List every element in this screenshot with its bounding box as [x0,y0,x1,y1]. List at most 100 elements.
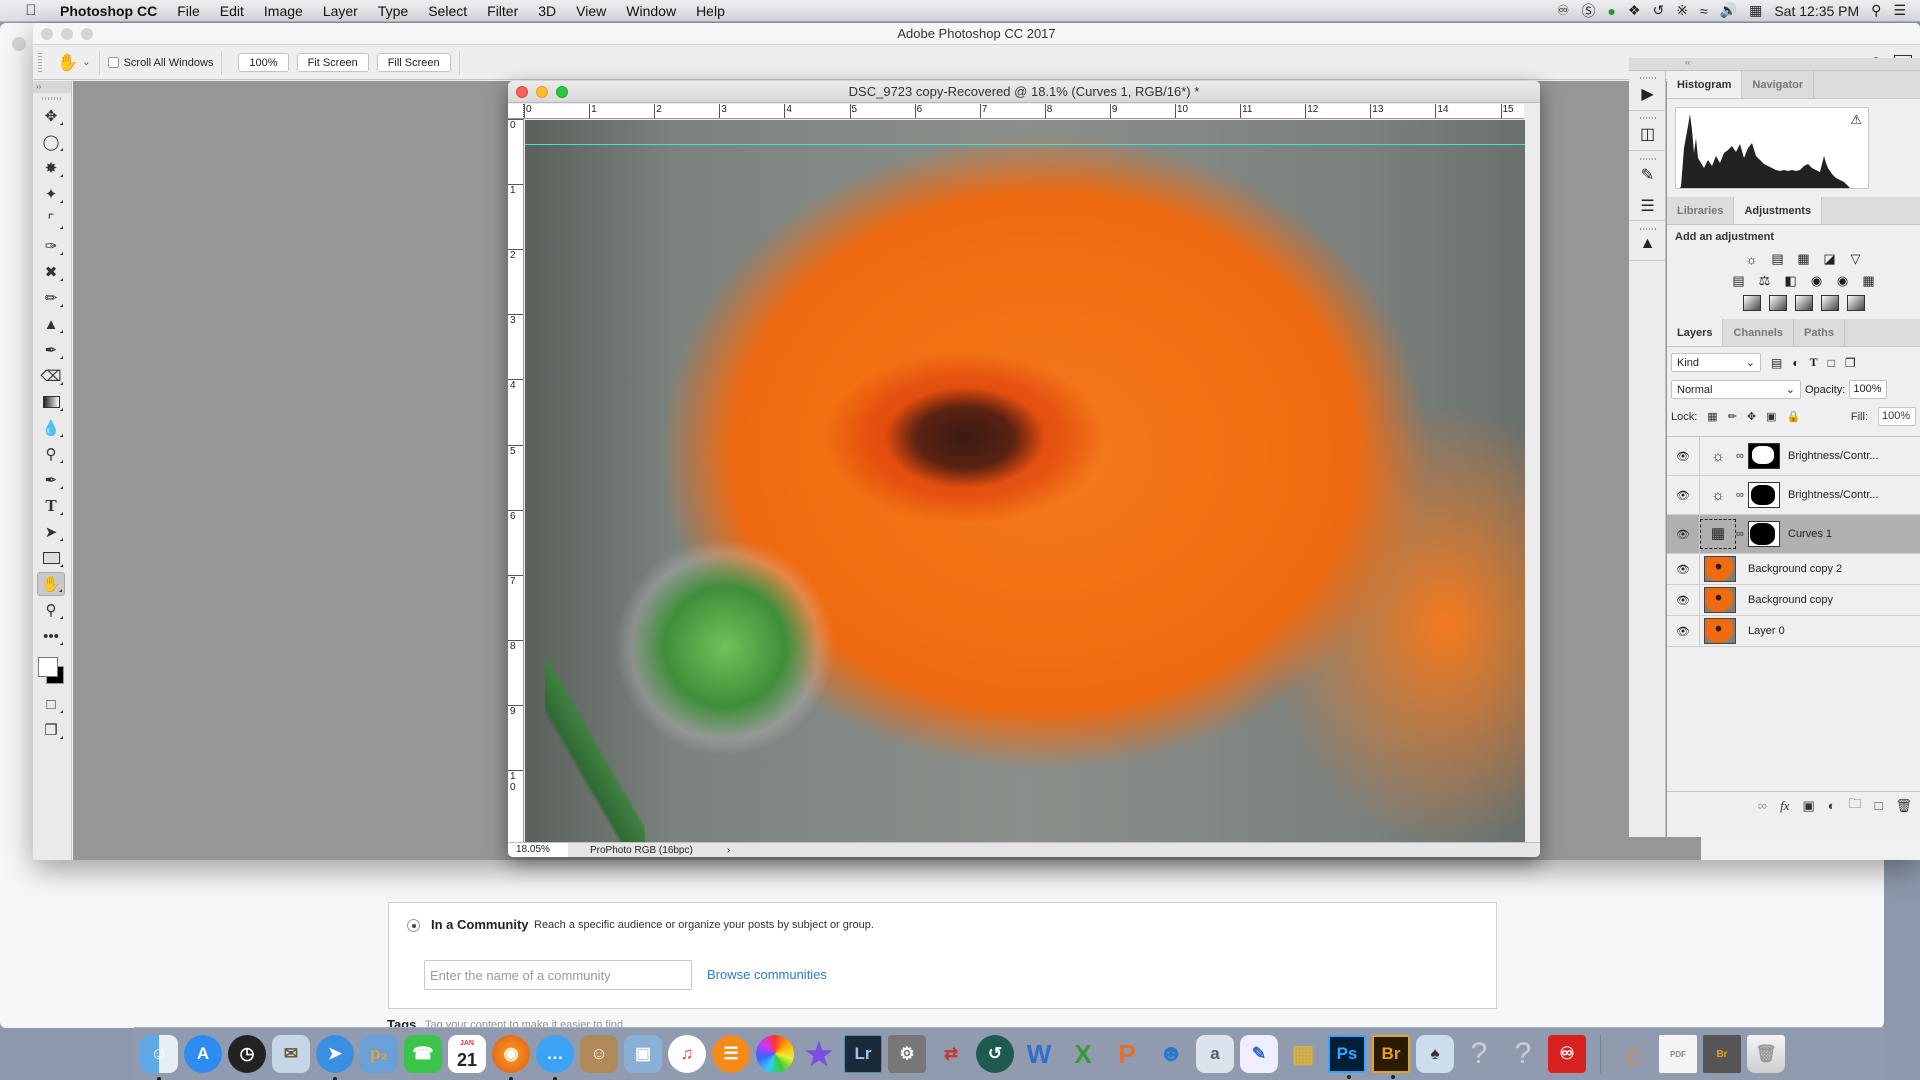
hand-tool-preset-icon[interactable]: ✋ [57,53,78,73]
layer-mask-thumbnail[interactable] [1748,443,1780,469]
fill-field[interactable]: 100% [1878,407,1916,426]
posterize-icon[interactable] [1768,295,1787,311]
visibility-eye-icon[interactable]: 👁 [1667,585,1700,615]
photo-filter-icon[interactable]: ◉ [1808,273,1826,289]
dock-bridge[interactable]: Br [1372,1035,1410,1079]
community-radio[interactable] [407,919,420,932]
browse-communities-link[interactable]: Browse communities [707,967,827,982]
visibility-eye-icon[interactable]: 👁 [1667,554,1700,584]
ruler-origin[interactable] [508,104,524,119]
doc-zoom-button[interactable] [556,86,568,98]
dock-safari[interactable]: ➤ [316,1035,354,1080]
visibility-eye-icon[interactable]: 👁 [1667,515,1700,553]
menu-layer[interactable]: Layer [313,3,368,19]
lock-pixels-icon[interactable]: ✏ [1728,410,1737,423]
dock-system-preferences[interactable]: ⚙ [888,1035,926,1073]
doc-minimize-button[interactable] [536,86,548,98]
dock-itunes[interactable]: ♫ [668,1035,706,1073]
shape-filter-icon[interactable]: □ [1828,356,1835,370]
community-name-input[interactable] [424,960,692,990]
fit-screen-button[interactable]: Fit Screen [296,53,369,72]
pen-tool-icon[interactable]: ✒ [37,468,65,492]
dock-trash[interactable]: 🗑 [1747,1035,1785,1073]
levels-icon[interactable]: ▤ [1769,251,1787,267]
lock-artboard-icon[interactable]: ▣ [1766,410,1776,423]
layer-row-selected[interactable]: 👁 ▦ ∞ Curves 1 [1667,515,1920,554]
type-tool-icon[interactable]: T [37,494,65,518]
invert-icon[interactable] [1742,295,1761,311]
tab-histogram[interactable]: Histogram [1667,71,1743,98]
layer-mask-thumbnail[interactable] [1748,482,1780,508]
new-adjustment-icon[interactable]: ◐ [1828,798,1836,813]
tab-adjustments[interactable]: Adjustments [1734,197,1823,224]
chevron-down-icon[interactable]: ⌄ [82,57,90,68]
bluetooth-icon[interactable]: ※ [1676,2,1688,19]
vertical-ruler[interactable]: 0 1 2 3 4 5 6 7 8 9 1 0 [508,119,524,842]
clone-source-icon[interactable]: ▲ [1629,221,1666,261]
ps-close-button[interactable] [41,28,53,40]
layer-row[interactable]: 👁 ☼ ∞ Brightness/Contr... [1667,437,1920,476]
layer-mask-thumbnail[interactable] [1748,521,1780,547]
color-lookup-icon[interactable]: ▦ [1860,273,1878,289]
dock-imovie[interactable]: ★ [800,1035,838,1073]
document-image[interactable] [525,120,1525,842]
dropbox-icon[interactable]: ❖ [1628,2,1641,19]
dock-powerpoint[interactable]: P [1108,1035,1146,1073]
actions-panel-icon[interactable]: ▶ [1629,71,1666,111]
lasso-tool-icon[interactable]: ✸ [37,156,65,180]
black-white-icon[interactable]: ◧ [1782,273,1800,289]
gradient-map-icon[interactable] [1846,295,1865,311]
dock-time-machine[interactable]: ↺ [976,1035,1014,1073]
ps-minimize-button[interactable] [61,28,73,40]
rectangle-tool-icon[interactable] [37,546,65,570]
status-menu-arrow[interactable]: › [727,845,730,856]
zoom-100-button[interactable]: 100% [238,53,289,72]
tab-paths[interactable]: Paths [1794,319,1845,346]
menu-image[interactable]: Image [254,3,313,19]
dock-excel[interactable]: X [1064,1035,1102,1073]
dock-preview[interactable]: p₂ [360,1035,398,1073]
history-brush-tool-icon[interactable]: ✒ [37,338,65,362]
new-group-icon[interactable]: 🗀 [1849,795,1862,817]
brightness-contrast-icon[interactable]: ☼ [1743,251,1761,267]
notification-center-icon[interactable]: ☰ [1893,2,1906,19]
delete-layer-icon[interactable]: 🗑 [1895,798,1912,814]
dock-calendar[interactable]: JAN 21 [448,1035,486,1073]
path-selection-tool-icon[interactable]: ➤ [37,520,65,544]
marquee-tool-icon[interactable]: ◯ [37,130,65,154]
layer-kind-filter[interactable]: Kind ⌄ [1671,353,1761,372]
dock-bridge-document[interactable]: Br [1703,1035,1741,1073]
green-app-icon[interactable]: ● [1607,3,1615,19]
quick-mask-icon[interactable]: □ [37,692,65,716]
dock-archive-utility[interactable]: ▦ [1284,1035,1322,1073]
eraser-tool-icon[interactable]: ⌫ [37,364,65,388]
dock-messenger[interactable]: ☻ [1152,1035,1190,1073]
3d-panel-icon[interactable]: ◫ [1629,111,1666,151]
dock-font-book[interactable]: a [1196,1035,1234,1073]
clock[interactable]: Sat 12:35 PM [1774,3,1859,19]
color-swatches[interactable] [33,652,71,688]
dock-dashboard[interactable]: ◷ [228,1035,266,1073]
menu-help[interactable]: Help [686,3,735,19]
lock-all-icon[interactable]: 🔒 [1787,410,1801,423]
dock-creative-cloud[interactable]: ♾ [1548,1035,1586,1073]
tools-collapse-button[interactable]: ›› [33,81,71,93]
menu-view[interactable]: View [566,3,616,19]
type-filter-icon[interactable]: T [1810,355,1818,370]
curves-icon[interactable]: ▦ [1795,251,1813,267]
crop-tool-icon[interactable]: ⌜ [37,208,65,232]
eyedropper-tool-icon[interactable]: ✑ [37,234,65,258]
threshold-icon[interactable] [1794,295,1813,311]
brush-presets-icon[interactable]: ✎ [1629,151,1666,191]
properties-icon[interactable]: ☰ [1629,191,1666,221]
opacity-field[interactable]: 100% [1849,380,1888,399]
menu-select[interactable]: Select [418,3,477,19]
magic-wand-tool-icon[interactable]: ✦ [37,182,65,206]
time-machine-icon[interactable]: ↺ [1653,2,1665,19]
wifi-icon[interactable]: ≈ [1700,3,1708,19]
dock-pdf-document[interactable]: PDF [1659,1035,1697,1073]
dock-firefox[interactable]: ◉ [492,1035,530,1080]
doc-close-button[interactable] [516,86,528,98]
move-tool-icon[interactable]: ✥ [37,104,65,128]
dock-unknown-app[interactable]: ? [1504,1035,1542,1073]
